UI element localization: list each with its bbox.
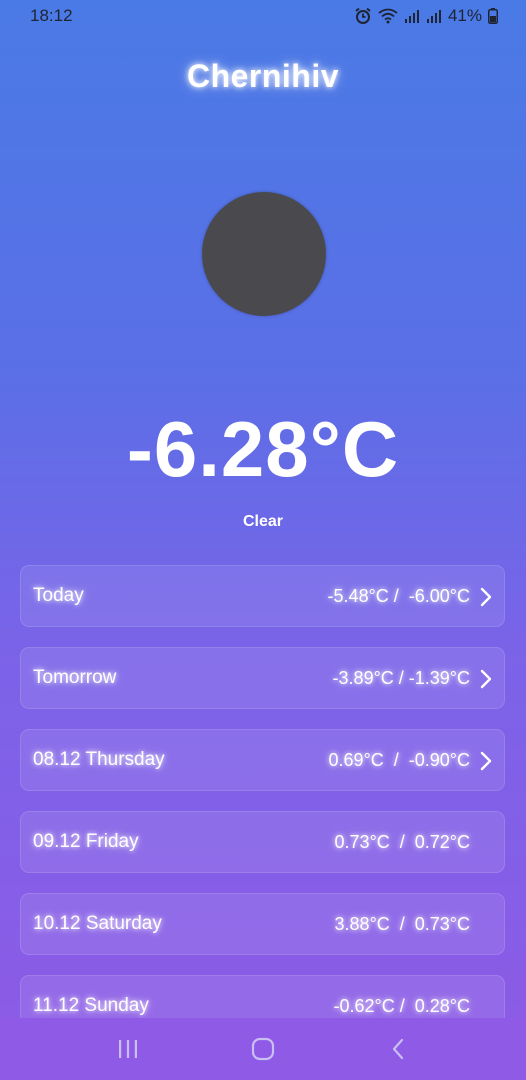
system-navigation-bar	[0, 1018, 526, 1080]
home-icon	[251, 1037, 275, 1061]
status-bar: 18:12 41%	[0, 0, 526, 32]
recent-apps-icon	[118, 1040, 137, 1058]
home-button[interactable]	[243, 1029, 283, 1069]
city-title: Chernihiv	[186, 58, 340, 94]
signal-icon-sim2	[426, 10, 441, 23]
back-button[interactable]	[378, 1029, 418, 1069]
chevron-right-icon[interactable]	[479, 586, 493, 608]
forecast-temps: 0.69°C / -0.90°C	[328, 749, 470, 770]
forecast-list: Today -5.48°C / -6.00°C Tomorrow -3.89°C…	[20, 565, 505, 1057]
status-time: 18:12	[30, 6, 73, 25]
recent-apps-button[interactable]	[108, 1029, 148, 1069]
chevron-right-icon[interactable]	[479, 668, 493, 690]
battery-percent: 41%	[447, 6, 482, 25]
alarm-icon	[355, 7, 371, 24]
forecast-temps: 0.73°C / 0.72°C	[334, 831, 470, 852]
forecast-row-thursday[interactable]: 08.12 Thursday 0.69°C / -0.90°C	[20, 729, 505, 791]
battery-icon	[488, 8, 498, 24]
forecast-temps: -3.89°C / -1.39°C	[332, 667, 470, 688]
current-condition: Clear	[242, 513, 284, 530]
wifi-icon	[378, 8, 398, 24]
forecast-temps: -5.48°C / -6.00°C	[327, 585, 470, 606]
forecast-row-friday[interactable]: 09.12 Friday 0.73°C / 0.72°C	[20, 811, 505, 873]
forecast-temps: -0.62°C / 0.28°C	[333, 995, 470, 1016]
back-icon	[393, 1038, 404, 1060]
chevron-right-icon[interactable]	[479, 750, 493, 772]
current-temperature: -6.28°C	[126, 405, 400, 493]
forecast-row-saturday[interactable]: 10.12 Saturday 3.88°C / 0.73°C	[20, 893, 505, 955]
status-icons: 41%	[354, 6, 498, 26]
forecast-row-tomorrow[interactable]: Tomorrow -3.89°C / -1.39°C	[20, 647, 505, 709]
forecast-temps: 3.88°C / 0.73°C	[334, 913, 470, 934]
forecast-row-today[interactable]: Today -5.48°C / -6.00°C	[20, 565, 505, 627]
clear-sky-placeholder-icon	[202, 192, 326, 316]
signal-icon-sim1	[404, 10, 419, 23]
